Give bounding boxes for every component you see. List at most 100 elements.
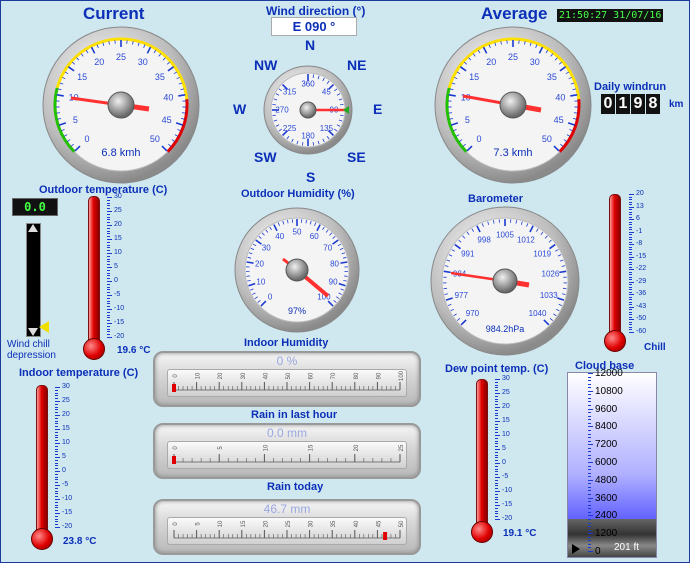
scale-label: 3600	[588, 493, 617, 504]
scale-minor-tick	[107, 325, 110, 327]
scale-minor-tick	[588, 479, 591, 481]
gauge-tick-label: 20	[94, 57, 104, 67]
scale-minor-tick	[629, 301, 632, 303]
scale-minor-tick	[495, 457, 498, 459]
scale-minor-tick	[107, 320, 110, 322]
dew-point-value: 19.1 °C	[503, 528, 537, 539]
scale-minor-tick	[629, 209, 632, 211]
scale-minor-tick	[107, 289, 110, 291]
scale-minor-tick	[107, 244, 110, 246]
scale-minor-tick	[107, 258, 110, 260]
scale-minor-tick	[107, 216, 110, 218]
cloud-base-pointer	[572, 544, 580, 554]
scale-minor-tick	[588, 504, 591, 506]
scale-minor-tick	[629, 264, 632, 266]
scale-minor-tick	[629, 244, 632, 246]
scale-minor-tick	[495, 390, 498, 392]
gauge-tick-label: 1012	[517, 236, 535, 245]
scale-label: 12000	[588, 369, 623, 379]
gauge-tick	[56, 94, 64, 97]
scale-minor-tick	[107, 272, 110, 274]
scale-minor-tick	[495, 471, 498, 473]
rain-today-ticks: 0 5 10 15 20 25 30 35 40 45 50	[173, 520, 405, 540]
scale-minor-tick	[55, 482, 58, 484]
scale-minor-tick	[629, 309, 632, 311]
wind-chill-slider[interactable]	[26, 223, 41, 337]
gauge-tick	[559, 270, 567, 274]
bar-tick-label: 10	[263, 444, 269, 451]
scale-minor-tick	[588, 462, 591, 463]
gauge-tick	[312, 74, 315, 78]
bar-tick-label: 60	[309, 372, 315, 379]
cloud-base-gauge: 12000 10800 9600 8400 7200 6000 4800 3600 2400 12…	[567, 369, 657, 558]
scale-minor-tick	[55, 387, 58, 388]
scale-minor-tick	[495, 407, 498, 408]
weather-display-window: Current Average 21:50:27 31/07/16 Wind d…	[0, 0, 690, 563]
gauge-tick-label: 180	[301, 132, 315, 141]
compass-w: W	[233, 101, 247, 117]
scale-minor-tick	[629, 249, 632, 251]
scale-minor-tick	[588, 483, 591, 485]
average-header: Average	[481, 4, 548, 23]
scale-minor-tick	[495, 502, 498, 504]
gauge-tick-label: 20	[255, 260, 264, 269]
scale-minor-tick	[495, 482, 498, 484]
rain-hour-ticks: 0 5 10 15 20 25	[172, 444, 405, 464]
scale-minor-tick	[107, 306, 110, 308]
gauge-tick-label: 0	[477, 134, 482, 144]
scale-minor-tick	[55, 487, 58, 489]
dew-point-tube	[476, 379, 488, 527]
scale-minor-tick	[629, 241, 632, 243]
scale-minor-tick	[629, 316, 632, 318]
bar-tick-label: 5	[218, 446, 224, 450]
indoor-humidity-ticks: 0 10 20 30 40 50 60 70 80 90 100	[172, 370, 405, 392]
indoor-humidity-label: Indoor Humidity	[244, 337, 329, 349]
gauge-tick-label: 0	[268, 293, 273, 302]
scale-minor-tick	[55, 476, 58, 478]
scale-minor-tick	[588, 387, 591, 389]
compass-s: S	[306, 169, 316, 185]
scale-minor-tick	[629, 214, 632, 216]
scale-minor-tick	[588, 472, 591, 474]
gauge-tick-label: 80	[330, 260, 339, 269]
bar-level-marker	[172, 384, 176, 392]
outdoor-temp-label: Outdoor temperature (C)	[39, 184, 168, 196]
wind-chill-pointer	[39, 321, 49, 333]
windrun-counter: 0 1 9 8	[601, 94, 660, 114]
slider-down-arrow[interactable]	[28, 328, 38, 336]
barometer-value: 984.2hPa	[486, 324, 525, 334]
slider-up-arrow[interactable]	[28, 224, 38, 232]
indoor-humidity-bar: 0 % 0 10 20 30 40 50 60 70 80 90 100	[153, 351, 421, 407]
scale-minor-tick	[495, 401, 498, 403]
bar-tick-label: 30	[241, 372, 247, 379]
scale-minor-tick	[107, 281, 110, 282]
gauge-tick	[301, 142, 304, 146]
scale-minor-tick	[629, 269, 632, 271]
scale-minor-tick	[55, 443, 58, 444]
scale-minor-tick	[495, 446, 498, 448]
scale-minor-tick	[588, 536, 591, 538]
scale-minor-tick	[588, 422, 591, 424]
scale-minor-tick	[495, 440, 498, 442]
scale-minor-tick	[495, 451, 498, 453]
indoor-temp-scale: 30 25 20 15 10 5 0 -5 -10 -15 -20	[55, 383, 85, 530]
scale-minor-tick	[495, 395, 498, 397]
bar-tick-label: 80	[354, 372, 360, 379]
scale-label: 8400	[588, 422, 617, 432]
scale-minor-tick	[55, 490, 58, 492]
scale-minor-tick	[55, 459, 58, 461]
scale-minor-tick	[55, 462, 58, 464]
indoor-temp-label: Indoor temperature (C)	[19, 367, 139, 379]
scale-minor-tick	[107, 241, 110, 243]
scale-minor-tick	[588, 412, 591, 414]
wind-chill-display: 0.0	[12, 198, 58, 216]
scale-minor-tick	[107, 278, 110, 280]
rain-today-bar: 46.7 mm 0 5 10 15 20 25 30 35 40 45 50	[153, 499, 421, 555]
scale-minor-tick	[588, 444, 591, 446]
scale-minor-tick	[588, 526, 591, 528]
scale-minor-tick	[588, 529, 591, 531]
indoor-temp-value: 23.8 °C	[63, 536, 97, 547]
bar-tick-label: 25	[399, 444, 405, 451]
timestamp-display: 21:50:27 31/07/16	[557, 9, 664, 22]
scale-minor-tick	[107, 297, 110, 299]
